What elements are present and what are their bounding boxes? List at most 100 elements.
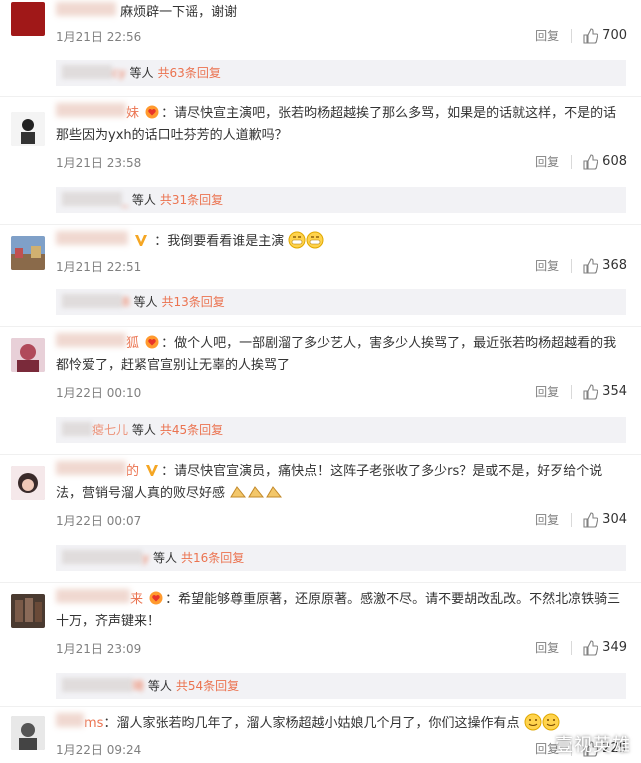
username[interactable]	[56, 713, 84, 727]
reply-user-tail: _	[122, 193, 128, 207]
avatar[interactable]	[11, 716, 45, 750]
comment-text: 狐 ：做个人吧，一部剧溜了多少艺人，害多少人挨骂了，最近张若昀杨超越看的我都怜爱…	[56, 333, 626, 377]
divider	[0, 582, 641, 583]
comment-text: 麻烦辟一下谣，谢谢	[56, 2, 626, 24]
reply-total[interactable]: 共54条回复	[176, 679, 239, 693]
reply-summary[interactable]: y 等人 共16条回复	[56, 545, 626, 571]
comment-actions: 回复 608	[535, 153, 627, 170]
reply-suffix: 等人	[129, 66, 154, 80]
reply-button[interactable]: 回复	[535, 257, 559, 274]
reply-total[interactable]: 共13条回复	[161, 295, 224, 309]
username-tail[interactable]: 的	[126, 464, 139, 479]
username-tail[interactable]: 妹	[126, 106, 139, 121]
reply-suffix: 等人	[152, 551, 177, 565]
comment-time: 1月22日 09:24	[56, 743, 142, 757]
avatar[interactable]	[11, 2, 45, 36]
reply-button[interactable]: 回复	[535, 511, 559, 528]
divider	[0, 706, 641, 707]
reply-user-tail: cy	[112, 66, 126, 80]
reply-button[interactable]: 回复	[535, 639, 559, 656]
divider	[0, 224, 641, 225]
comment-time: 1月22日 00:07	[56, 514, 142, 528]
divider	[571, 154, 573, 169]
username-tail[interactable]: ms	[84, 716, 103, 731]
username[interactable]	[56, 589, 130, 603]
thumbs-up-icon[interactable]	[582, 27, 599, 44]
comment-text: 的 ：请尽快官宣演员，痛快点！这阵子老张收了多少rs？是或不是，好歹给个说法，营…	[56, 461, 626, 505]
verified-v-icon	[135, 235, 148, 246]
reply-user-tail: y	[142, 551, 150, 565]
heart-badge-icon	[145, 105, 159, 119]
avatar[interactable]	[11, 466, 45, 500]
reply-user-tail: 瘪七儿	[92, 423, 129, 437]
reply-suffix: 等人	[147, 679, 172, 693]
reply-summary[interactable]: cy 等人 共63条回复	[56, 60, 626, 86]
like-count: 304	[602, 512, 627, 527]
reply-user-tail: 8	[122, 295, 130, 309]
comment-actions: 回复 304	[535, 511, 627, 528]
thumbs-up-icon[interactable]	[582, 639, 599, 656]
clap-emoji-icon	[230, 486, 247, 498]
smile-emoji-icon	[542, 713, 560, 731]
comment-actions: 回复 354	[535, 383, 627, 400]
like-count: 700	[602, 28, 627, 43]
reply-total[interactable]: 共63条回复	[158, 66, 221, 80]
username[interactable]	[56, 231, 128, 245]
comment-time: 1月21日 23:58	[56, 156, 142, 170]
comment-time: 1月21日 23:09	[56, 642, 142, 656]
reply-users	[62, 678, 132, 692]
divider	[571, 384, 573, 399]
reply-button[interactable]: 回复	[535, 153, 559, 170]
clap-emoji-icon	[248, 486, 265, 498]
reply-total[interactable]: 共16条回复	[181, 551, 244, 565]
username[interactable]	[56, 461, 126, 475]
avatar[interactable]	[11, 112, 45, 146]
reply-users	[62, 65, 112, 79]
reply-summary[interactable]: 瘪七儿 等人 共45条回复	[56, 417, 626, 443]
like-count: 608	[602, 154, 627, 169]
reply-summary[interactable]: 8 等人 共13条回复	[56, 289, 626, 315]
comment-body: 溜人家张若昀几年了，溜人家杨超越小姑娘几个月了，你们这操作有点	[116, 716, 520, 731]
username-tail[interactable]: 狐	[126, 336, 139, 351]
thumbs-up-icon[interactable]	[582, 511, 599, 528]
comment-body: 做个人吧，一部剧溜了多少艺人，害多少人挨骂了，最近张若昀杨超越看的我都怜爱了，赶…	[56, 336, 617, 373]
thumbs-up-icon[interactable]	[582, 153, 599, 170]
reply-users	[62, 422, 92, 436]
username[interactable]	[56, 333, 126, 347]
reply-button[interactable]: 回复	[535, 27, 559, 44]
username[interactable]	[56, 2, 116, 16]
divider	[571, 512, 573, 527]
avatar-image	[11, 716, 45, 750]
username-tail[interactable]: 来	[130, 592, 143, 607]
reply-total[interactable]: 共31条回复	[160, 193, 223, 207]
reply-suffix: 等人	[133, 295, 158, 309]
divider	[571, 258, 573, 273]
thumbs-up-icon[interactable]	[582, 257, 599, 274]
divider	[0, 326, 641, 327]
divider	[571, 640, 573, 655]
avatar-image	[11, 594, 45, 628]
comment-actions: 回复 349	[535, 639, 627, 656]
reply-suffix: 等人	[131, 423, 156, 437]
clap-emoji-icon	[266, 486, 283, 498]
comment-text: 来 ：希望能够尊重原著，还原原著。感激不尽。请不要胡改乱改。不然北凉铁骑三十万，…	[56, 589, 626, 633]
verified-v-icon	[146, 465, 159, 476]
reply-suffix: 等人	[131, 193, 156, 207]
avatar[interactable]	[11, 236, 45, 270]
username[interactable]	[56, 103, 126, 117]
avatar[interactable]	[11, 594, 45, 628]
divider	[571, 28, 573, 43]
comment-time: 1月22日 00:10	[56, 386, 142, 400]
reply-button[interactable]: 回复	[535, 383, 559, 400]
grin-emoji-icon	[288, 231, 306, 249]
comment-actions: 回复 700	[535, 27, 627, 44]
reply-total[interactable]: 共45条回复	[160, 423, 223, 437]
grin-emoji-icon	[306, 231, 324, 249]
avatar[interactable]	[11, 338, 45, 372]
comment-time: 1月21日 22:51	[56, 260, 142, 274]
comment-body: 请尽快宣主演吧，张若昀杨超越挨了那么多骂，如果是的话就这样，不是的话那些因为yx…	[56, 106, 617, 143]
avatar-image	[11, 466, 45, 500]
reply-summary[interactable]: 琦 等人 共54条回复	[56, 673, 626, 699]
reply-summary[interactable]: _ 等人 共31条回复	[56, 187, 626, 213]
thumbs-up-icon[interactable]	[582, 383, 599, 400]
